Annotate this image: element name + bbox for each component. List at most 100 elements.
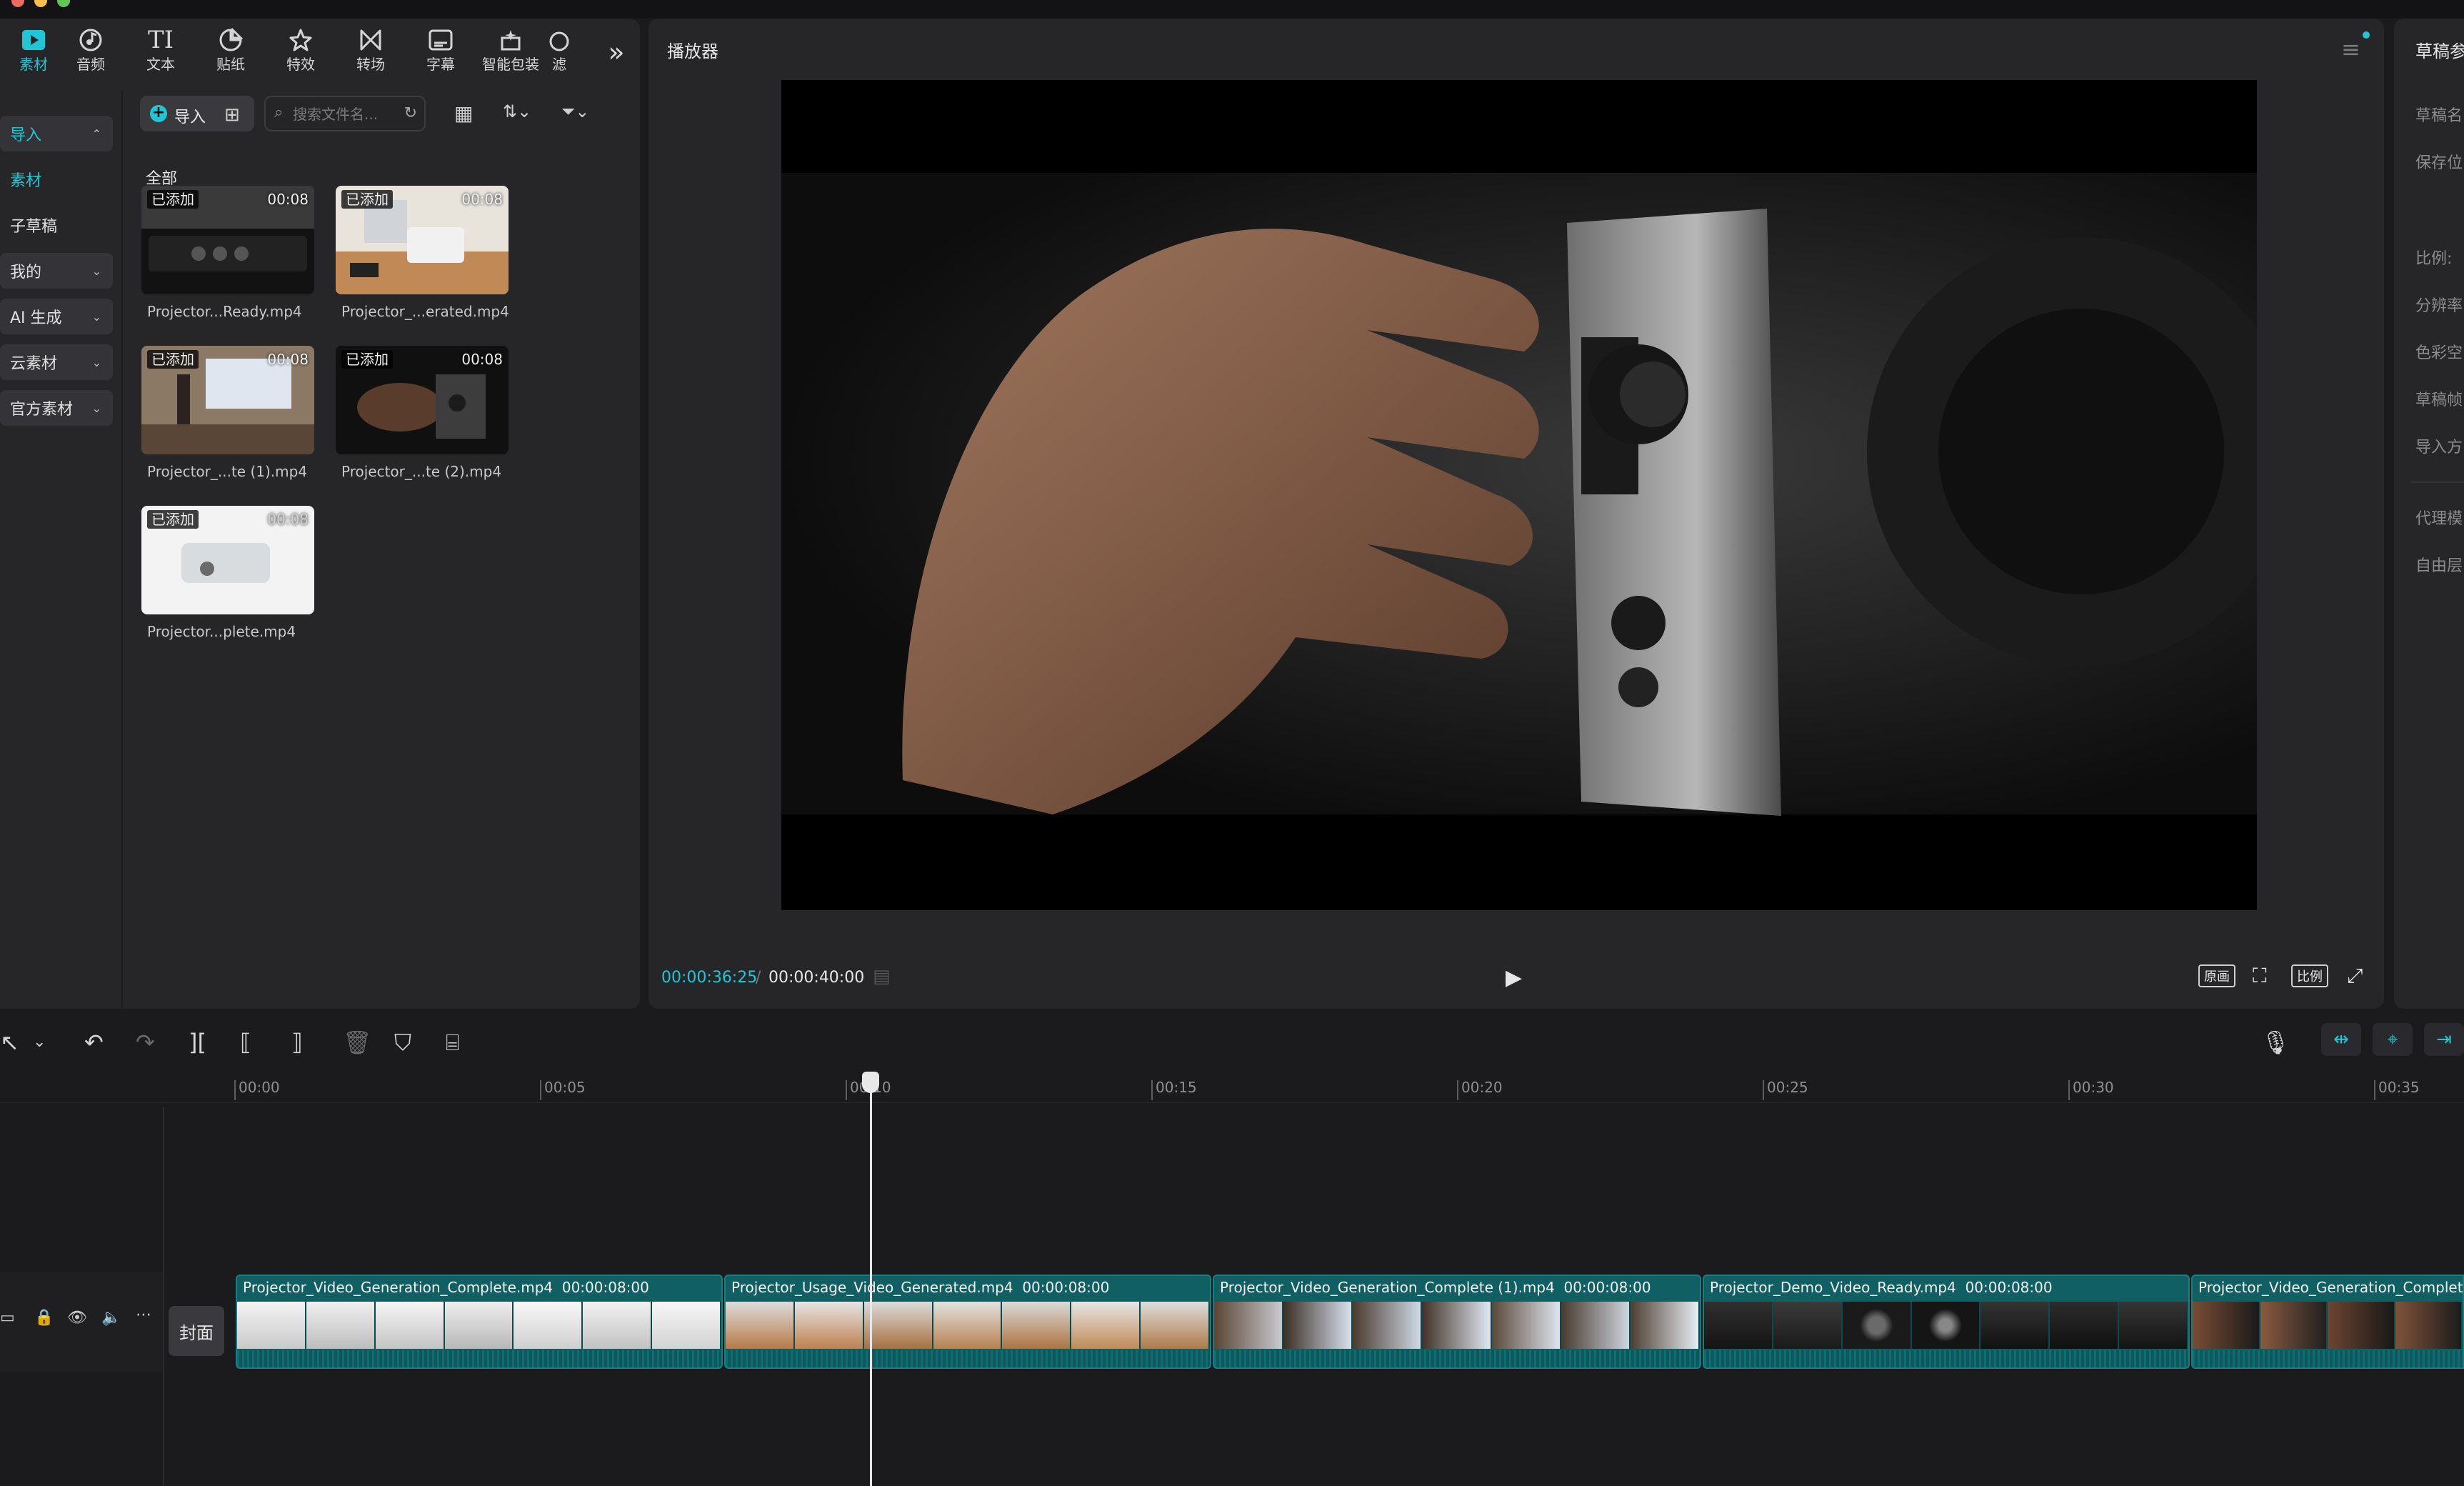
close-window-button[interactable]: [11, 0, 24, 7]
tab-subtitle[interactable]: 字幕: [407, 24, 474, 80]
more-options-icon[interactable]: ⋯: [136, 1306, 151, 1324]
field-label: 自由层: [2415, 557, 2463, 575]
window-titlebar: [0, 0, 2464, 19]
more-tabs-chevron-icon[interactable]: »: [599, 34, 634, 70]
import-button[interactable]: + 导入 ⊞: [140, 96, 254, 131]
filter-icon[interactable]: ⏷⌄: [561, 101, 589, 121]
audio-waveform: [2193, 1350, 2463, 1367]
player-panel: 播放器 ≡ 00:00:36:25 / 00:00:40:00 ▤ ▶ 原画 ⛶…: [648, 19, 2384, 1009]
media-sidebar: 导入 ⌃ 素材 子草稿 我的 ⌄ AI 生成 ⌄ 云素材 ⌄ 官方素材 ⌄: [0, 90, 123, 1009]
ratio-button[interactable]: 比例: [2291, 964, 2328, 987]
media-card[interactable]: 已添加 00:08: [141, 506, 314, 614]
effects-icon: [267, 24, 334, 56]
field-label: 比例:: [2415, 250, 2453, 268]
tab-sticker[interactable]: 贴纸: [197, 24, 264, 80]
delete-icon[interactable]: 🗑: [343, 1029, 372, 1056]
clip-thumbnails: [237, 1302, 721, 1349]
sidebar-item-cloud[interactable]: 云素材 ⌄: [0, 344, 113, 380]
track-toggle-icon[interactable]: ▭: [0, 1309, 15, 1327]
undo-icon[interactable]: ↶: [84, 1029, 104, 1056]
tab-text[interactable]: TI 文本: [127, 24, 194, 80]
clip-name: Projector_Video_Generation_Complete.mp4 …: [243, 1279, 649, 1296]
timeline-clip[interactable]: Projector_Video_Generation_Complete (1).…: [1213, 1275, 1701, 1369]
draft-settings-panel: 草稿参 草稿名 保存位 比例: 分辨率 色彩空 草稿帧 导入方 代理模 自由层: [2394, 19, 2464, 1009]
field-label: 代理模: [2415, 510, 2463, 528]
grid-icon[interactable]: ⊞: [224, 104, 240, 126]
search-icon: ⌕: [274, 104, 284, 121]
chevron-down-icon: ⌄: [91, 264, 101, 278]
playhead-handle[interactable]: [862, 1072, 879, 1093]
search-field[interactable]: ⌕ ↻: [264, 96, 426, 131]
split-right-icon[interactable]: ⟧: [291, 1029, 303, 1056]
media-card[interactable]: 已添加 00:08: [141, 346, 314, 454]
maximize-window-button[interactable]: [57, 0, 70, 7]
link-clips-icon[interactable]: ⇹: [2321, 1023, 2361, 1056]
sidebar-item-media[interactable]: 素材: [0, 161, 113, 197]
split-left-icon[interactable]: ⟦: [240, 1029, 251, 1056]
total-time: 00:00:40:00: [768, 969, 865, 987]
minimize-window-button[interactable]: [34, 0, 47, 7]
sidebar-item-ai[interactable]: AI 生成 ⌄: [0, 299, 113, 334]
timeline-panel: ↖ ⌄ ↶ ↷ ][ ⟦ ⟧ 🗑 ⛉ ⌸ 🎙 ⇹ ⌖ ⇥ 00:00 00:05…: [0, 1014, 2464, 1486]
clip-thumbnails: [1704, 1302, 2188, 1349]
track-divider: [163, 1107, 164, 1486]
redo-icon[interactable]: ↷: [136, 1029, 155, 1056]
split-icon[interactable]: ][: [189, 1029, 206, 1056]
timeline-clip[interactable]: Projector_Usage_Video_Generated.mp4 00:0…: [724, 1275, 1211, 1369]
audio-icon: [57, 24, 124, 56]
clip-thumbnails: [1214, 1302, 1700, 1349]
filter-icon: [541, 24, 577, 56]
sort-icon[interactable]: ⇅⌄: [503, 101, 531, 121]
eye-icon[interactable]: 👁: [67, 1309, 87, 1327]
media-card[interactable]: 已添加 00:08: [141, 186, 314, 294]
audio-waveform: [1704, 1350, 2188, 1367]
sidebar-item-import[interactable]: 导入 ⌃: [0, 116, 113, 151]
tab-smart-pack[interactable]: 智能包装: [477, 24, 544, 80]
media-card[interactable]: 已添加 00:08: [336, 186, 509, 294]
tab-effects[interactable]: 特效: [267, 24, 334, 80]
timeline-clip[interactable]: Projector_Demo_Video_Ready.mp4 00:00:08:…: [1703, 1275, 2190, 1369]
ruler-label: 00:30: [2073, 1079, 2114, 1096]
magnet-snap-icon[interactable]: ⌖: [2373, 1023, 2413, 1056]
cover-button[interactable]: 封面: [169, 1306, 224, 1356]
audio-waveform: [726, 1350, 1210, 1367]
tab-filter[interactable]: 滤: [541, 24, 577, 80]
media-card-name: Projector...plete.mp4: [147, 623, 296, 640]
play-button[interactable]: ▶: [1506, 965, 1522, 990]
focus-icon[interactable]: ⛶: [2253, 962, 2267, 990]
sidebar-item-official[interactable]: 官方素材 ⌄: [0, 390, 113, 426]
chevron-down-icon[interactable]: ⌄: [33, 1033, 46, 1051]
timeline-clip[interactable]: Projector_Video_Generation_Complete.mp4 …: [236, 1275, 723, 1369]
marker-icon[interactable]: ⛉: [394, 1029, 411, 1057]
video-viewport[interactable]: [781, 80, 2257, 910]
layout-view-icon[interactable]: ▦: [454, 101, 473, 125]
timeline-clip[interactable]: Projector_Video_Generation_Complete: [2191, 1275, 2464, 1369]
sidebar-item-subdraft[interactable]: 子草稿: [0, 207, 113, 243]
media-card[interactable]: 已添加 00:08: [336, 346, 509, 454]
caption-edit-icon[interactable]: ⌸: [446, 1029, 459, 1057]
clip-thumbnails: [2193, 1302, 2463, 1349]
panel-title: 草稿参: [2415, 41, 2464, 61]
fullscreen-icon[interactable]: ⤢: [2347, 962, 2363, 990]
volume-icon[interactable]: 🔈: [101, 1309, 121, 1327]
field-label: 导入方: [2415, 439, 2463, 457]
refresh-icon[interactable]: ↻: [404, 104, 417, 122]
search-input[interactable]: [293, 104, 400, 124]
microphone-icon[interactable]: 🎙: [2261, 1029, 2290, 1056]
original-quality-button[interactable]: 原画: [2198, 964, 2235, 987]
tab-transition[interactable]: 转场: [337, 24, 404, 80]
sidebar-item-mine[interactable]: 我的 ⌄: [0, 253, 113, 289]
lock-icon[interactable]: 🔒: [34, 1309, 54, 1327]
menu-icon[interactable]: ≡: [2341, 36, 2360, 63]
tab-audio[interactable]: 音频: [57, 24, 124, 80]
ruler-label: 00:35: [2378, 1079, 2420, 1096]
select-pointer-icon[interactable]: ↖: [0, 1029, 19, 1056]
clip-name: Projector_Demo_Video_Ready.mp4 00:00:08:…: [1710, 1279, 2053, 1296]
notification-dot: [2363, 31, 2370, 39]
transition-icon: [337, 24, 404, 56]
text-icon: TI: [147, 26, 174, 54]
grid-icon[interactable]: ▤: [873, 966, 891, 987]
playhead-line[interactable]: [870, 1072, 872, 1486]
preview-axis-icon[interactable]: ⇥: [2424, 1023, 2464, 1056]
time-separator: /: [756, 969, 761, 987]
